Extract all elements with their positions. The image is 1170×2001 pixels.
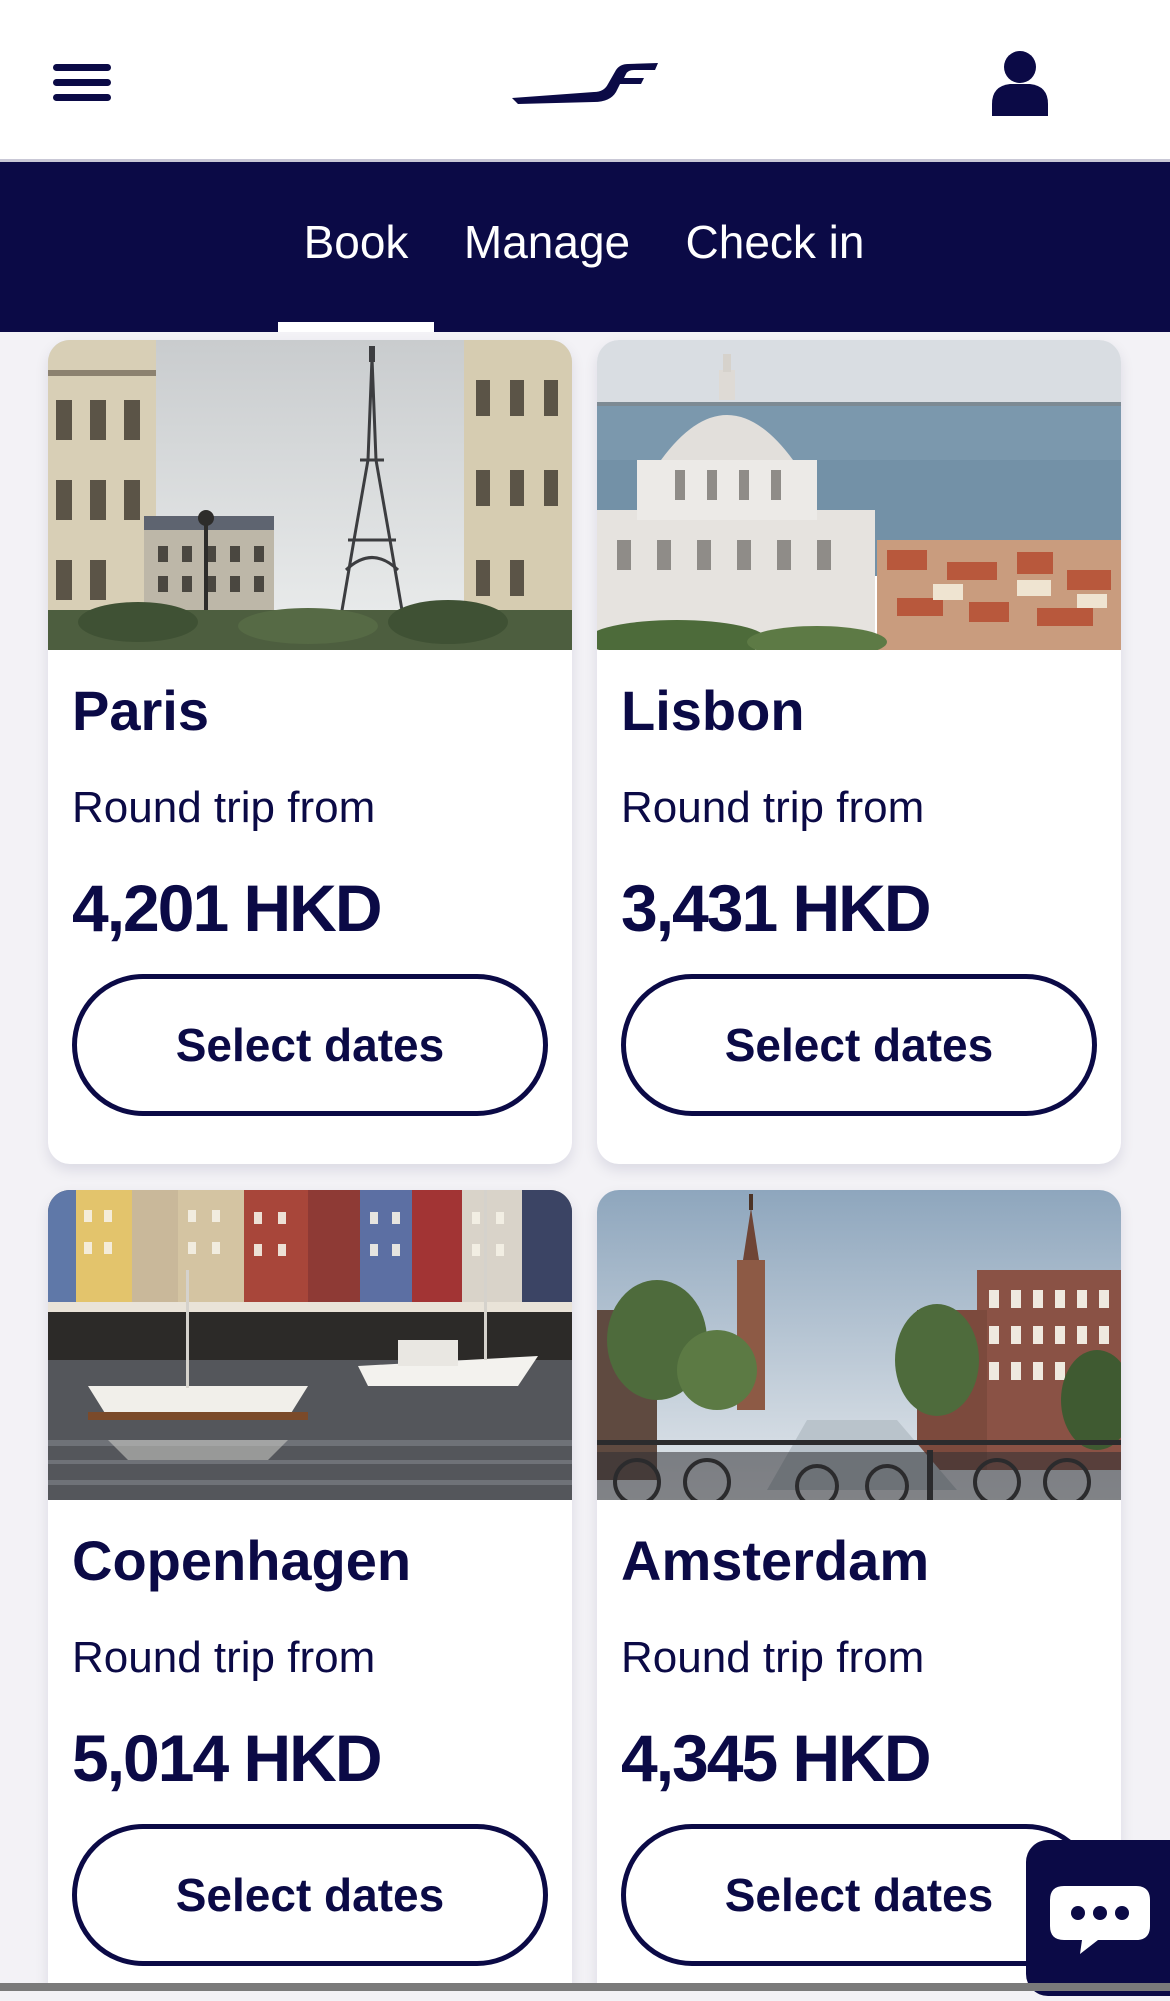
round-trip-label: Round trip from (72, 783, 376, 832)
round-trip-label: Round trip from (72, 1633, 376, 1682)
destination-city: Paris (72, 679, 209, 742)
select-dates-button[interactable]: Select dates (72, 1824, 548, 1966)
destination-price: 3,431 HKD (621, 871, 931, 945)
paris-photo (48, 340, 572, 650)
select-dates-button[interactable]: Select dates (72, 974, 548, 1116)
select-dates-button[interactable]: Select dates (621, 974, 1097, 1116)
tab-manage[interactable]: Manage (454, 162, 640, 332)
lisbon-photo (597, 340, 1121, 650)
destination-city: Lisbon (621, 679, 805, 742)
user-profile-icon[interactable] (990, 50, 1050, 116)
chat-button[interactable] (1026, 1840, 1170, 1996)
amsterdam-photo (597, 1190, 1121, 1500)
destination-card-copenhagen[interactable]: Copenhagen Round trip from 5,014 HKD Sel… (48, 1190, 572, 1991)
main-tab-bar: Book Manage Check in (0, 162, 1170, 332)
hamburger-menu-icon[interactable] (50, 58, 114, 106)
round-trip-label: Round trip from (621, 783, 925, 832)
destination-price: 4,201 HKD (72, 871, 382, 945)
destination-city: Copenhagen (72, 1529, 412, 1592)
copenhagen-photo (48, 1190, 572, 1500)
round-trip-label: Round trip from (621, 1633, 925, 1682)
tab-check-in[interactable]: Check in (680, 162, 870, 332)
bottom-scroll-edge (0, 1983, 1170, 1991)
destination-price: 5,014 HKD (72, 1721, 382, 1795)
destination-city: Amsterdam (621, 1529, 930, 1592)
destination-price: 4,345 HKD (621, 1721, 931, 1795)
tab-book[interactable]: Book (278, 162, 434, 332)
app-header (0, 0, 1170, 162)
destination-card-paris[interactable]: Paris Round trip from 4,201 HKD Select d… (48, 340, 572, 1164)
destination-grid: Paris Round trip from 4,201 HKD Select d… (0, 332, 1170, 1991)
chat-bubble-icon (1050, 1886, 1150, 1954)
destination-card-lisbon[interactable]: Lisbon Round trip from 3,431 HKD Select … (597, 340, 1121, 1164)
airline-logo-icon[interactable] (512, 62, 658, 104)
